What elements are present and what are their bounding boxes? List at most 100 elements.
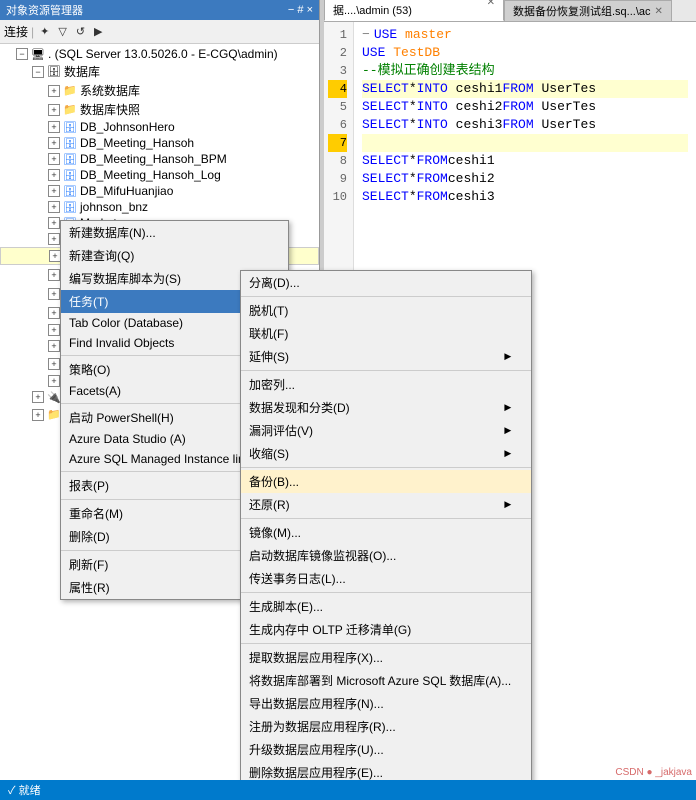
db3-toggle[interactable]: +: [48, 153, 60, 165]
tree-item-databases[interactable]: − 🗄 数据库: [0, 62, 319, 81]
serverobj-toggle[interactable]: +: [48, 288, 60, 300]
sm-gen-scripts[interactable]: 生成脚本(E)...: [241, 595, 531, 618]
db6-label: johnson_bnz: [80, 200, 148, 214]
db5-label: DB_MifuHuanjiao: [80, 184, 173, 198]
sm-delete-dac-label: 删除数据层应用程序(E)...: [249, 764, 383, 780]
tree-item-sysdb[interactable]: + 📁 系统数据库: [0, 81, 319, 100]
integration-toggle[interactable]: +: [48, 375, 60, 387]
alwayson-toggle[interactable]: +: [48, 340, 60, 352]
status-text: ✓ 就绪: [8, 782, 41, 798]
tab-2-close[interactable]: ✕: [655, 6, 663, 17]
sm-log-shipping[interactable]: 传送事务日志(L)...: [241, 567, 531, 590]
tree-item-db6[interactable]: + 🗄 johnson_bnz: [0, 199, 319, 215]
ln-6: 6: [328, 116, 347, 134]
code-line-9: SELECT * FROM ceshi2: [362, 170, 688, 188]
databases-toggle[interactable]: −: [32, 66, 44, 78]
line9-select: SELECT: [362, 170, 409, 188]
line10-table: ceshi3: [448, 188, 495, 206]
sm-backup-label: 备份(B)...: [249, 473, 299, 490]
db2-toggle[interactable]: +: [48, 137, 60, 149]
status-bar: ✓ 就绪: [0, 780, 696, 800]
line4-star: *: [409, 80, 417, 98]
cm-new-query[interactable]: 新建查询(Q): [61, 244, 288, 267]
sm-upgrade-dac-label: 升级数据层应用程序(U)...: [249, 741, 384, 758]
db1-toggle[interactable]: +: [48, 121, 60, 133]
sm-mirror-label: 镜像(M)...: [249, 524, 301, 541]
line10-from: FROM: [417, 188, 448, 206]
toolbar-filter-btn[interactable]: ▽: [55, 24, 69, 39]
sm-restore[interactable]: 还原(R) ▶: [241, 493, 531, 516]
line4-table: UserTes: [534, 80, 596, 98]
panel-dock-controls: − # ×: [288, 4, 313, 16]
sm-offline[interactable]: 脱机(T): [241, 299, 531, 322]
db5-icon: 🗄: [62, 184, 78, 198]
sm-data-discovery[interactable]: 数据发现和分类(D) ▶: [241, 396, 531, 419]
xevent-toggle[interactable]: +: [32, 409, 44, 421]
tree-item-db3[interactable]: + 🗄 DB_Meeting_Hansoh_BPM: [0, 151, 319, 167]
tree-item-db1[interactable]: + 🗄 DB_JohnsonHero: [0, 119, 319, 135]
sm-register-dac[interactable]: 注册为数据层应用程序(R)...: [241, 715, 531, 738]
line5-from: FROM: [502, 98, 533, 116]
sysdb-toggle[interactable]: +: [48, 85, 60, 97]
dbsnapshot-toggle[interactable]: +: [48, 104, 60, 116]
tree-root[interactable]: − 🖥 . (SQL Server 13.0.5026.0 - E-CGQ\ad…: [0, 46, 319, 62]
tree-root-toggle[interactable]: −: [16, 48, 28, 60]
cm-azure-studio-label: Azure Data Studio (A): [69, 432, 186, 446]
db8-toggle[interactable]: +: [48, 233, 60, 245]
sm-online[interactable]: 联机(F): [241, 322, 531, 345]
db7-toggle[interactable]: +: [48, 217, 60, 229]
db4-label: DB_Meeting_Hansoh_Log: [80, 168, 221, 182]
tree-item-db4[interactable]: + 🗄 DB_Meeting_Hansoh_Log: [0, 167, 319, 183]
line8-select: SELECT: [362, 152, 409, 170]
line4-select: SELECT: [362, 80, 409, 98]
ln-9: 9: [328, 170, 347, 188]
ln-4: 4: [328, 80, 347, 98]
sm-shrink[interactable]: 收缩(S) ▶: [241, 442, 531, 465]
tab-2[interactable]: 数据备份恢复测试组.sq...\ac ✕: [504, 0, 672, 21]
sm-sep1: [241, 296, 531, 297]
toolbar-new-btn[interactable]: ✦: [37, 24, 52, 39]
repl-toggle[interactable]: +: [48, 307, 60, 319]
tab-1[interactable]: 数据库备份修复测试数据....\admin (53) ✕: [324, 0, 504, 21]
cm-powershell-label: 启动 PowerShell(H): [69, 409, 174, 426]
tab-1-close[interactable]: ✕: [487, 0, 495, 8]
cm-new-database[interactable]: 新建数据库(N)...: [61, 221, 288, 244]
tree-item-db2[interactable]: + 🗄 DB_Meeting_Hansoh: [0, 135, 319, 151]
toolbar-refresh-btn[interactable]: ↺: [73, 24, 88, 39]
security-toggle[interactable]: +: [48, 269, 60, 281]
toolbar-more-btn[interactable]: ▶: [91, 24, 105, 39]
sm-gen-oltp[interactable]: 生成内存中 OLTP 迁移清单(G): [241, 618, 531, 641]
line5-star: *: [409, 98, 417, 116]
sm-extract-dac[interactable]: 提取数据层应用程序(X)...: [241, 646, 531, 669]
sm-delete-dac[interactable]: 删除数据层应用程序(E)...: [241, 761, 531, 780]
db6-toggle[interactable]: +: [48, 201, 60, 213]
ln-3: 3: [328, 62, 347, 80]
sm-backup[interactable]: 备份(B)...: [241, 470, 531, 493]
tree-item-dbsnapshot[interactable]: + 📁 数据库快照: [0, 100, 319, 119]
sm-export-dac-label: 导出数据层应用程序(N)...: [249, 695, 384, 712]
sm-vuln-assess[interactable]: 漏洞评估(V) ▶: [241, 419, 531, 442]
line8-star: *: [409, 152, 417, 170]
line6-star: *: [409, 116, 417, 134]
sm-detach[interactable]: 分离(D)...: [241, 271, 531, 294]
sm-export-dac[interactable]: 导出数据层应用程序(N)...: [241, 692, 531, 715]
line4-rest: ceshi1: [448, 80, 503, 98]
sm-stretch[interactable]: 延伸(S) ▶: [241, 345, 531, 368]
db4-toggle[interactable]: +: [48, 169, 60, 181]
sm-shrink-label: 收缩(S): [249, 445, 289, 462]
db5-toggle[interactable]: +: [48, 185, 60, 197]
sqlserver-toggle[interactable]: +: [32, 391, 44, 403]
db6-icon: 🗄: [62, 200, 78, 214]
sm-mirror-monitor[interactable]: 启动数据库镜像监视器(O)...: [241, 544, 531, 567]
sm-deploy-azure[interactable]: 将数据库部署到 Microsoft Azure SQL 数据库(A)...: [241, 669, 531, 692]
cm-refresh-label: 刷新(F): [69, 556, 108, 573]
sm-encrypt-col[interactable]: 加密列...: [241, 373, 531, 396]
line9-from: FROM: [417, 170, 448, 188]
sm-upgrade-dac[interactable]: 升级数据层应用程序(U)...: [241, 738, 531, 761]
cm-new-database-label: 新建数据库(N)...: [69, 224, 156, 241]
tree-item-db5[interactable]: + 🗄 DB_MifuHuanjiao: [0, 183, 319, 199]
polybase-toggle[interactable]: +: [48, 324, 60, 336]
db2-icon: 🗄: [62, 136, 78, 150]
sm-mirror[interactable]: 镜像(M)...: [241, 521, 531, 544]
manage-toggle[interactable]: +: [48, 358, 60, 370]
